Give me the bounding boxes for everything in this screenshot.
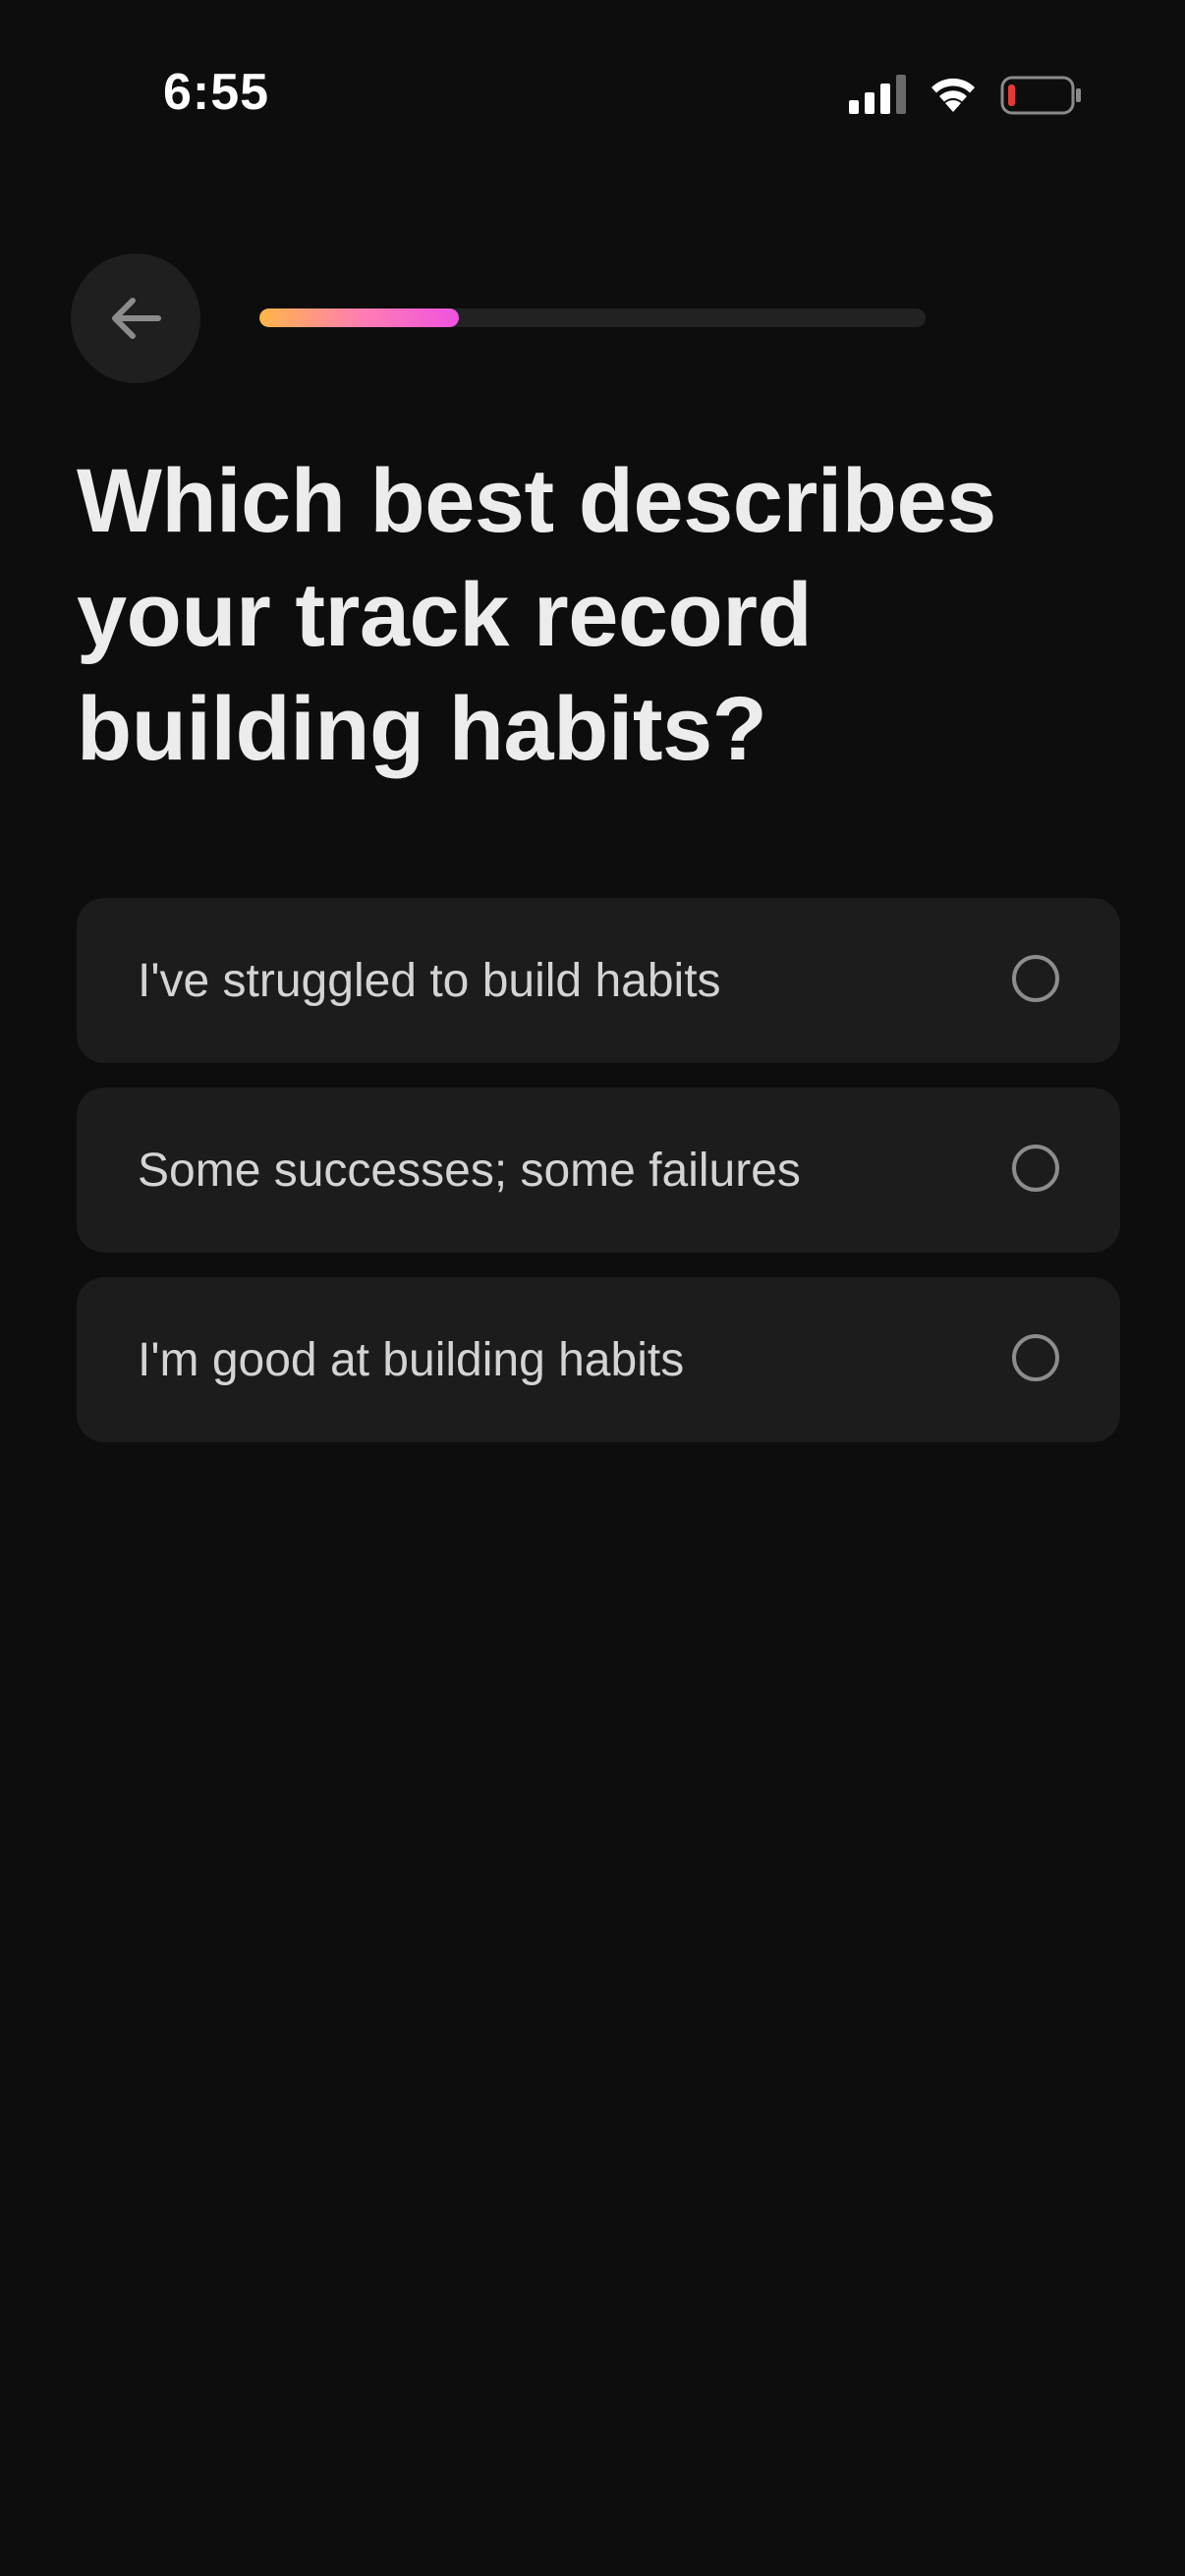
option-label: I'm good at building habits [138,1333,685,1386]
option-label: Some successes; some failures [138,1144,801,1197]
progress-fill [259,308,460,327]
option-some-successes[interactable]: Some successes; some failures [77,1088,1120,1253]
cellular-signal-icon [849,75,906,114]
option-good-at-habits[interactable]: I'm good at building habits [77,1277,1120,1442]
arrow-left-icon [112,298,161,339]
battery-icon [1000,76,1081,115]
option-struggled[interactable]: I've struggled to build habits [77,898,1120,1063]
onboarding-progress-bar [259,308,926,327]
status-time: 6:55 [163,64,270,121]
back-button[interactable] [71,253,200,383]
status-bar: 6:55 [0,0,1185,187]
options-list: I've struggled to build habits Some succ… [77,898,1120,1467]
radio-button[interactable] [1012,955,1059,1002]
radio-button[interactable] [1012,1145,1059,1192]
wifi-icon [931,78,975,112]
question-title: Which best describes your track record b… [77,451,996,779]
radio-button[interactable] [1012,1334,1059,1381]
option-label: I've struggled to build habits [138,954,721,1007]
